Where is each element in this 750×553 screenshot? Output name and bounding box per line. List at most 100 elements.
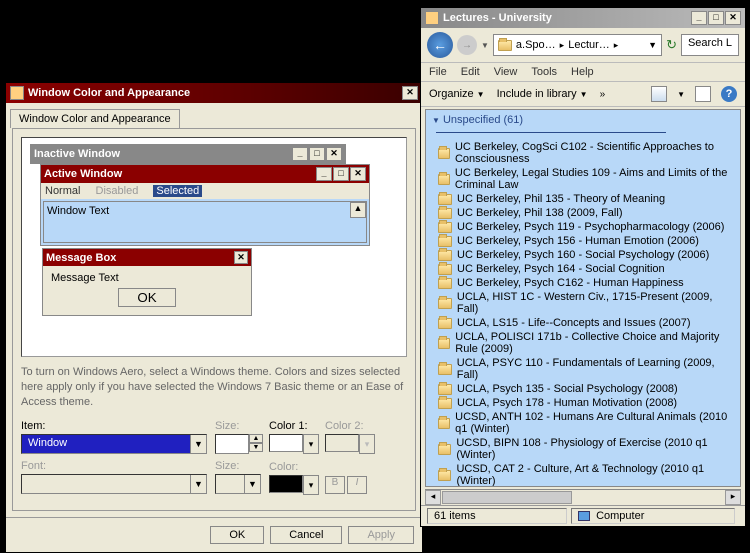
chevron-right-icon[interactable]: ▸: [560, 40, 565, 51]
spinner-up[interactable]: ▲: [249, 434, 263, 443]
folder-item[interactable]: UCLA, LS15 - Life--Concepts and Issues (…: [426, 316, 740, 330]
breadcrumb-seg[interactable]: a.Spo…: [516, 39, 556, 51]
dialog-title: Window Color and Appearance: [28, 87, 190, 99]
minimize-button[interactable]: _: [691, 11, 707, 25]
preview-menubar[interactable]: Normal Disabled Selected: [41, 183, 369, 199]
folder-icon: [438, 318, 452, 329]
folder-icon: [438, 222, 452, 233]
scroll-right-button[interactable]: ▸: [725, 490, 741, 505]
preview-message-box[interactable]: Message Box ✕ Message Text OK: [42, 248, 252, 316]
folder-name: UCLA, Psych 135 - Social Psychology (200…: [457, 383, 678, 395]
breadcrumb-seg[interactable]: Lectur…: [568, 39, 610, 51]
folder-item[interactable]: UC Berkeley, Psych 119 - Psychopharmacol…: [426, 220, 740, 234]
folder-item[interactable]: UCSD, BIPN 108 - Physiology of Exercise …: [426, 436, 740, 462]
folder-item[interactable]: UC Berkeley, Phil 138 (2009, Fall): [426, 206, 740, 220]
folder-item[interactable]: UC Berkeley, Psych 160 - Social Psycholo…: [426, 248, 740, 262]
folder-icon: [438, 418, 450, 429]
color1-label: Color 1:: [269, 420, 319, 432]
menu-view[interactable]: View: [494, 66, 518, 78]
folder-item[interactable]: UCSD, ANTH 102 - Humans Are Cultural Ani…: [426, 410, 740, 436]
menu-bar: File Edit View Tools Help: [421, 63, 745, 82]
folder-item[interactable]: UC Berkeley, Legal Studies 109 - Aims an…: [426, 166, 740, 192]
view-options-button[interactable]: [651, 86, 667, 102]
cancel-button[interactable]: Cancel: [270, 526, 342, 544]
apply-button: Apply: [348, 526, 414, 544]
folder-item[interactable]: UCLA, PSYC 110 - Fundamentals of Learnin…: [426, 356, 740, 382]
folder-item[interactable]: UC Berkeley, CogSci C102 - Scientific Ap…: [426, 140, 740, 166]
bold-button: B: [325, 476, 345, 494]
color2-label: Color 2:: [325, 420, 375, 432]
close-icon: ✕: [326, 147, 342, 161]
back-button[interactable]: ←: [427, 32, 453, 58]
preview-pane-button[interactable]: [695, 86, 711, 102]
refresh-button[interactable]: ↻: [666, 37, 677, 53]
font-color-swatch[interactable]: [269, 475, 303, 493]
explorer-window: Lectures - University _ □ ✕ ← → ▼ a.Spo……: [420, 7, 746, 527]
menu-tools[interactable]: Tools: [531, 66, 557, 78]
preview-active-window[interactable]: Active Window _ □ ✕ Normal Disabled Sele…: [40, 164, 370, 246]
tab-color-appearance[interactable]: Window Color and Appearance: [10, 109, 180, 128]
computer-icon: [578, 511, 590, 521]
chevron-down-icon: ▼: [244, 475, 260, 493]
group-header[interactable]: ▼ Unspecified (61): [426, 110, 740, 140]
dialog-titlebar[interactable]: Window Color and Appearance ✕: [6, 83, 422, 103]
maximize-button[interactable]: □: [708, 11, 724, 25]
close-icon: ✕: [350, 167, 366, 181]
chevron-down-icon: ▼: [190, 435, 206, 453]
font-size-dropdown: ▼: [215, 474, 261, 494]
folder-icon: [498, 40, 512, 51]
organize-button[interactable]: Organize ▼: [429, 88, 485, 100]
preview-inactive-window[interactable]: Inactive Window _ □ ✕: [30, 144, 346, 164]
include-library-button[interactable]: Include in library ▼: [497, 88, 588, 100]
menu-file[interactable]: File: [429, 66, 447, 78]
message-ok-button[interactable]: OK: [118, 288, 175, 307]
folder-item[interactable]: UCLA, Psych 135 - Social Psychology (200…: [426, 382, 740, 396]
scroll-up-arrow: ▲: [350, 202, 366, 218]
chevron-down-icon[interactable]: ▼: [648, 40, 657, 50]
folder-item[interactable]: UC Berkeley, Psych 164 - Social Cognitio…: [426, 262, 740, 276]
item-dropdown[interactable]: Window ▼: [21, 434, 207, 454]
folder-icon: [438, 174, 450, 185]
italic-button: I: [347, 476, 367, 494]
horizontal-scrollbar[interactable]: ◂ ▸: [425, 489, 741, 505]
preview-area: Inactive Window _ □ ✕ Active Window _ □: [21, 137, 407, 357]
folder-item[interactable]: UCLA, Psych 178 - Human Motivation (2008…: [426, 396, 740, 410]
folder-name: UC Berkeley, Psych 156 - Human Emotion (…: [457, 235, 699, 247]
folder-item[interactable]: UCSD, CAT 2 - Culture, Art & Technology …: [426, 462, 740, 487]
minimize-icon: _: [316, 167, 332, 181]
chevron-down-icon[interactable]: ▾: [303, 434, 319, 454]
overflow-icon[interactable]: »: [600, 89, 606, 100]
folder-name: UCSD, BIPN 108 - Physiology of Exercise …: [456, 437, 734, 461]
close-button[interactable]: ✕: [725, 11, 741, 25]
scroll-thumb[interactable]: [442, 491, 572, 504]
ok-button[interactable]: OK: [210, 526, 264, 544]
maximize-icon: □: [333, 167, 349, 181]
color1-swatch[interactable]: [269, 434, 303, 452]
folder-icon: [438, 236, 452, 247]
history-dropdown[interactable]: ▼: [481, 41, 489, 50]
menu-edit[interactable]: Edit: [461, 66, 480, 78]
maximize-icon: □: [309, 147, 325, 161]
font-label: Font:: [21, 460, 209, 472]
menu-help[interactable]: Help: [571, 66, 594, 78]
chevron-down-icon[interactable]: ▾: [303, 475, 319, 495]
address-bar[interactable]: a.Spo… ▸ Lectur… ▸ ▼: [493, 34, 662, 56]
size-input[interactable]: [215, 434, 249, 454]
chevron-down-icon[interactable]: ▼: [677, 90, 685, 99]
folder-item[interactable]: UC Berkeley, Psych C162 - Human Happines…: [426, 276, 740, 290]
search-box[interactable]: Search L: [681, 34, 739, 56]
folder-item[interactable]: UC Berkeley, Psych 156 - Human Emotion (…: [426, 234, 740, 248]
folder-item[interactable]: UCLA, HIST 1C - Western Civ., 1715-Prese…: [426, 290, 740, 316]
folder-name: UCLA, LS15 - Life--Concepts and Issues (…: [457, 317, 691, 329]
folder-icon: [438, 384, 452, 395]
preview-window-text-area[interactable]: Window Text ▲: [43, 201, 367, 243]
close-button[interactable]: ✕: [402, 86, 418, 100]
folder-item[interactable]: UC Berkeley, Phil 135 - Theory of Meanin…: [426, 192, 740, 206]
folder-item[interactable]: UCLA, POLISCI 171b - Collective Choice a…: [426, 330, 740, 356]
help-icon[interactable]: ?: [721, 86, 737, 102]
file-list[interactable]: ▼ Unspecified (61) UC Berkeley, CogSci C…: [425, 109, 741, 487]
spinner-down[interactable]: ▼: [249, 443, 263, 452]
scroll-left-button[interactable]: ◂: [425, 490, 441, 505]
chevron-right-icon[interactable]: ▸: [614, 40, 619, 51]
explorer-titlebar[interactable]: Lectures - University _ □ ✕: [421, 8, 745, 28]
